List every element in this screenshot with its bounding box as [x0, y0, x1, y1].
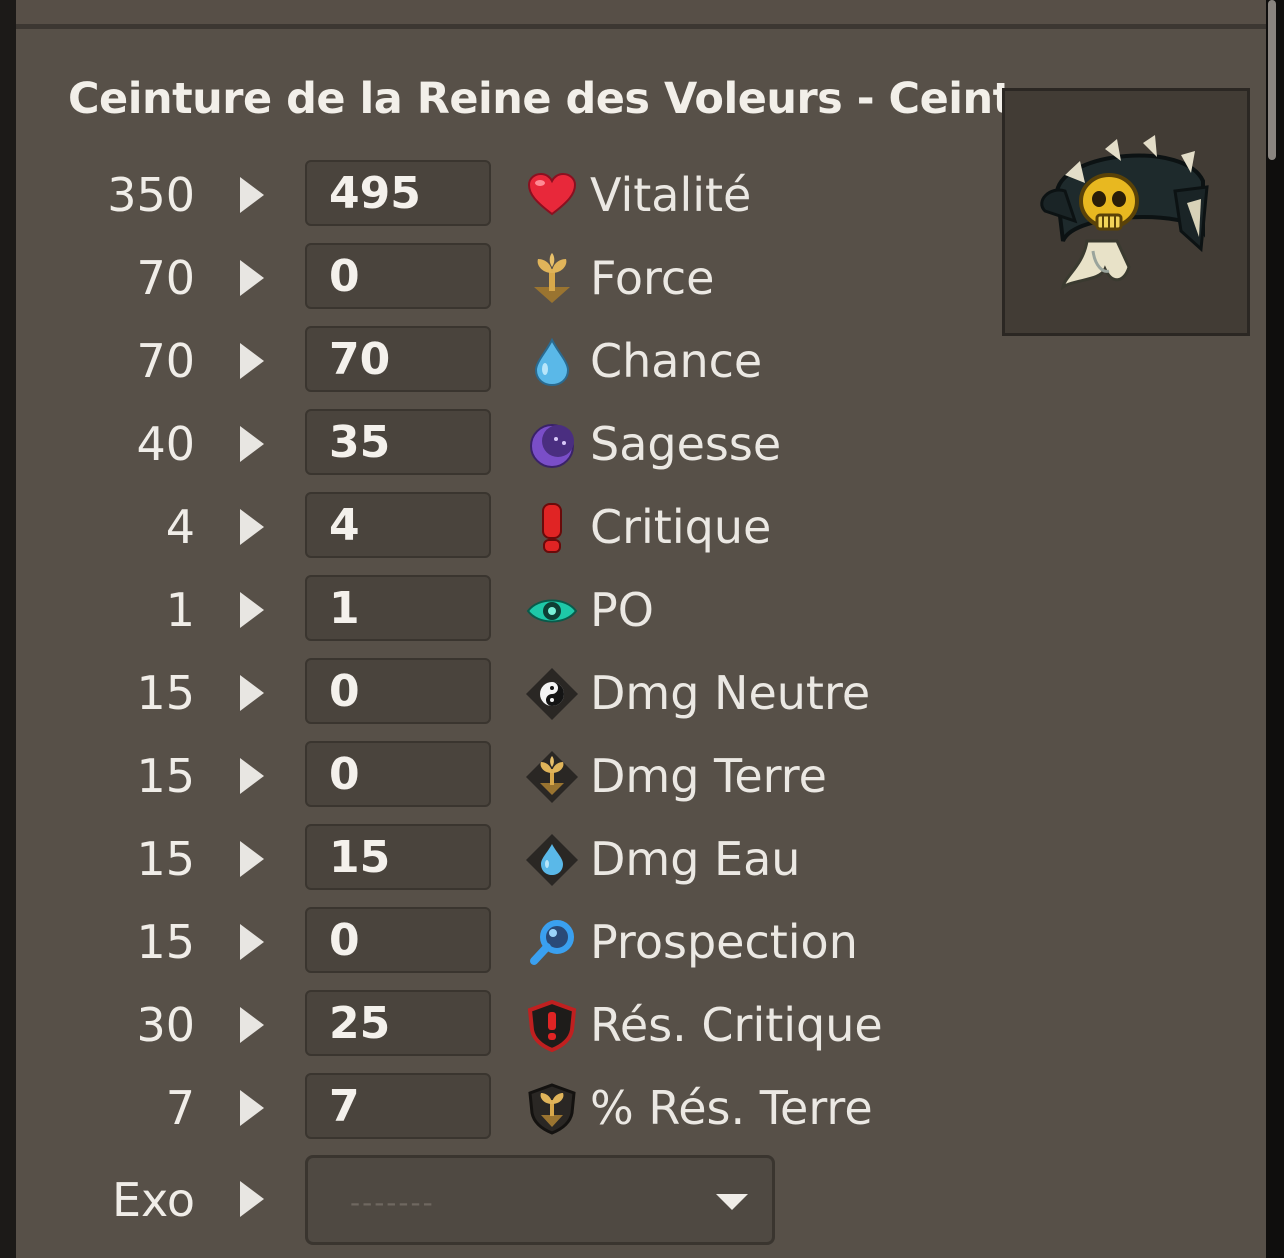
- stat-label: Rés. Critique: [590, 998, 883, 1052]
- stat-row-dmg-terre: 15 Dmg Terre: [0, 741, 1000, 811]
- stat-row-prospection: 15 Prospection: [0, 907, 1000, 977]
- stat-row-critique: 4 Critique: [0, 492, 1000, 562]
- caret-down-icon: [716, 1194, 748, 1210]
- stat-label: Chance: [590, 334, 763, 388]
- stat-label: Dmg Neutre: [590, 666, 871, 720]
- magnifier-icon: [530, 920, 574, 965]
- copy-max-arrow-button[interactable]: [240, 426, 264, 462]
- stat-row-res-critique: 30 Rés. Critique: [0, 990, 1000, 1060]
- stat-max-value: 1: [165, 583, 195, 637]
- copy-max-arrow-button[interactable]: [240, 1007, 264, 1043]
- copy-max-arrow-button[interactable]: [240, 343, 264, 379]
- exo-row: Exo -------: [0, 1155, 1000, 1245]
- scrollbar-track[interactable]: [1266, 0, 1284, 1258]
- stat-max-value: 15: [136, 666, 195, 720]
- stat-value-input[interactable]: [305, 658, 491, 724]
- stat-max-value: 7: [165, 1081, 195, 1135]
- stat-value-input[interactable]: [305, 409, 491, 475]
- stat-row-force: 70 Force: [0, 243, 1000, 313]
- copy-max-arrow-button[interactable]: [240, 1090, 264, 1126]
- stat-max-value: 350: [107, 168, 195, 222]
- stat-max-value: 70: [136, 334, 195, 388]
- stat-label: Sagesse: [590, 417, 782, 471]
- item-title: Ceinture de la Reine des Voleurs - Ceint…: [68, 74, 1093, 124]
- stat-row-res-terre: 7 % Rés. Terre: [0, 1073, 1000, 1143]
- copy-max-arrow-button[interactable]: [240, 675, 264, 711]
- exo-arrow-button[interactable]: [240, 1181, 264, 1217]
- stat-label: % Rés. Terre: [590, 1081, 873, 1135]
- stat-value-input[interactable]: [305, 1073, 491, 1139]
- stat-label: PO: [590, 583, 654, 637]
- exo-placeholder: -------: [350, 1186, 435, 1219]
- stat-label: Dmg Terre: [590, 749, 827, 803]
- stat-value-input[interactable]: [305, 907, 491, 973]
- exclamation-icon: [542, 503, 562, 553]
- copy-max-arrow-button[interactable]: [240, 509, 264, 545]
- stat-max-value: 15: [136, 749, 195, 803]
- exo-label: Exo: [111, 1173, 195, 1227]
- copy-max-arrow-button[interactable]: [240, 924, 264, 960]
- stat-row-sagesse: 40 Sagesse: [0, 409, 1000, 479]
- copy-max-arrow-button[interactable]: [240, 177, 264, 213]
- earth-shield-icon: [528, 1083, 576, 1135]
- stat-row-vitalite: 350 Vitalité: [0, 160, 1000, 230]
- stat-max-value: 15: [136, 832, 195, 886]
- stat-max-value: 4: [165, 500, 195, 554]
- heart-icon: [527, 172, 577, 216]
- crit-shield-icon: [527, 1000, 577, 1052]
- stat-label: Force: [590, 251, 715, 305]
- top-strip: [16, 0, 1266, 24]
- water-drop-icon: [534, 337, 570, 387]
- stat-value-input[interactable]: [305, 990, 491, 1056]
- yin-yang-diamond-icon: [526, 668, 578, 720]
- copy-max-arrow-button[interactable]: [240, 260, 264, 296]
- stat-label: Dmg Eau: [590, 832, 801, 886]
- belt-skull-icon: [1040, 135, 1209, 291]
- scrollbar-thumb[interactable]: [1268, 0, 1276, 160]
- copy-max-arrow-button[interactable]: [240, 592, 264, 628]
- stat-row-dmg-neutre: 15 Dmg Neutre: [0, 658, 1000, 728]
- stat-value-input[interactable]: [305, 492, 491, 558]
- earth-diamond-icon: [526, 751, 578, 803]
- stat-max-value: 70: [136, 251, 195, 305]
- stat-label: Vitalité: [590, 168, 752, 222]
- water-diamond-icon: [526, 834, 578, 886]
- stat-value-input[interactable]: [305, 741, 491, 807]
- copy-max-arrow-button[interactable]: [240, 841, 264, 877]
- exo-dropdown[interactable]: -------: [305, 1155, 775, 1245]
- stat-value-input[interactable]: [305, 243, 491, 309]
- copy-max-arrow-button[interactable]: [240, 758, 264, 794]
- earth-sprout-icon: [534, 253, 570, 303]
- stat-value-input[interactable]: [305, 326, 491, 392]
- stat-max-value: 40: [136, 417, 195, 471]
- stat-label: Critique: [590, 500, 772, 554]
- eye-icon: [526, 599, 578, 623]
- moon-icon: [530, 424, 574, 468]
- stat-row-chance: 70 Chance: [0, 326, 1000, 396]
- stat-row-dmg-eau: 15 Dmg Eau: [0, 824, 1000, 894]
- stat-max-value: 30: [136, 998, 195, 1052]
- stat-row-po: 1 PO: [0, 575, 1000, 645]
- item-image: [1002, 88, 1250, 336]
- stat-value-input[interactable]: [305, 575, 491, 641]
- stat-value-input[interactable]: [305, 824, 491, 890]
- stat-label: Prospection: [590, 915, 858, 969]
- stat-max-value: 15: [136, 915, 195, 969]
- stat-value-input[interactable]: [305, 160, 491, 226]
